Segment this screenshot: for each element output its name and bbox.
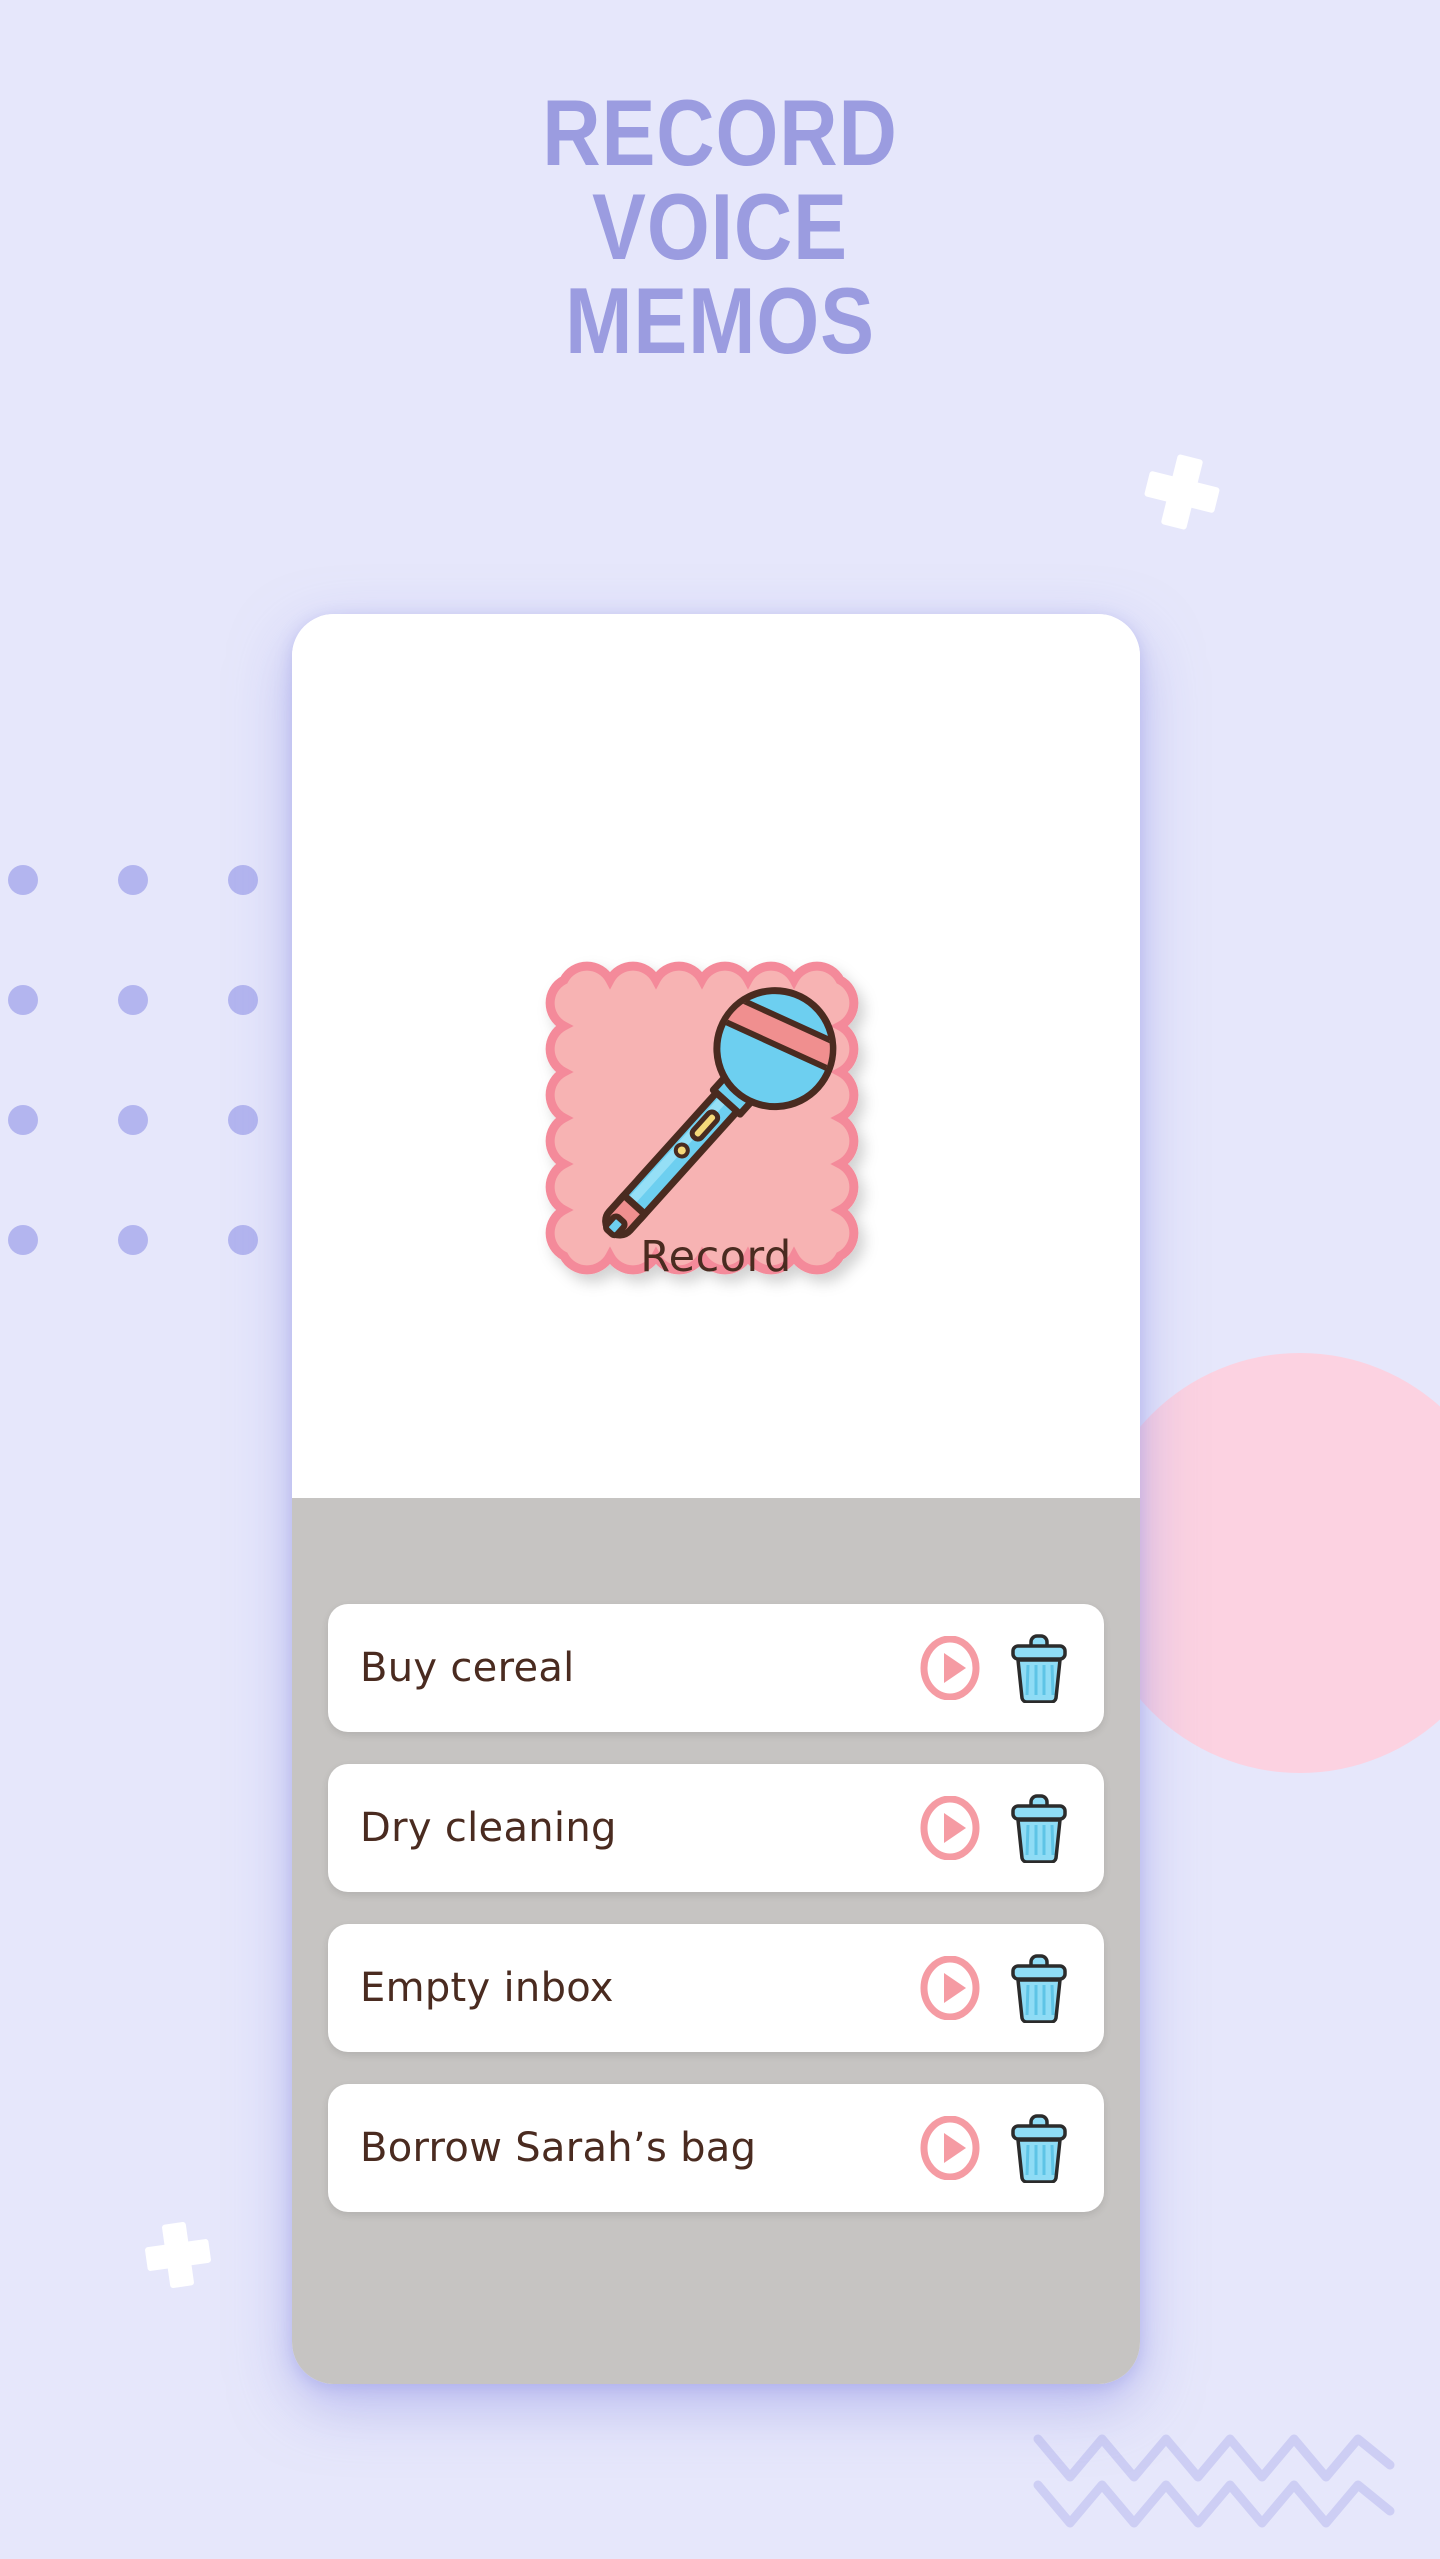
play-icon[interactable]	[918, 1956, 982, 2020]
memo-list-item[interactable]: Dry cleaning	[328, 1764, 1104, 1892]
page-title: RECORD VOICE MEMOS	[101, 86, 1339, 368]
phone-mockup: Record Buy cereal Dry cleaning Empty inb…	[292, 614, 1140, 2384]
memo-title: Dry cleaning	[360, 1805, 617, 1851]
memo-list-item[interactable]: Borrow Sarah’s bag	[328, 2084, 1104, 2212]
zigzag-decor	[1033, 2434, 1395, 2528]
dot	[118, 865, 148, 895]
memo-actions	[918, 1953, 1070, 2023]
pink-circle-decor	[1090, 1353, 1440, 1773]
dot-grid-decor	[8, 865, 338, 1345]
play-icon[interactable]	[918, 1636, 982, 1700]
memo-actions	[918, 2113, 1070, 2183]
page-title-line-1: RECORD	[542, 80, 898, 185]
dot	[228, 865, 258, 895]
memo-title: Borrow Sarah’s bag	[360, 2125, 757, 2171]
page-title-line-2: VOICE	[592, 174, 848, 279]
play-icon[interactable]	[918, 1796, 982, 1860]
memo-list-item[interactable]: Buy cereal	[328, 1604, 1104, 1732]
memo-list: Buy cereal Dry cleaning Empty inbox Borr…	[328, 1604, 1104, 2244]
memo-title: Buy cereal	[360, 1645, 575, 1691]
dot	[8, 985, 38, 1015]
memo-title: Empty inbox	[360, 1965, 614, 2011]
dot	[228, 1105, 258, 1135]
dot	[118, 1105, 148, 1135]
memo-actions	[918, 1633, 1070, 1703]
trash-icon[interactable]	[1008, 1633, 1070, 1703]
record-button-label: Record	[640, 1232, 792, 1282]
dot	[8, 1105, 38, 1135]
page-title-line-3: MEMOS	[565, 268, 875, 373]
trash-icon[interactable]	[1008, 1953, 1070, 2023]
trash-icon[interactable]	[1008, 2113, 1070, 2183]
dot	[118, 1225, 148, 1255]
memo-actions	[918, 1793, 1070, 1863]
dot	[8, 865, 38, 895]
dot	[228, 985, 258, 1015]
memo-list-item[interactable]: Empty inbox	[328, 1924, 1104, 2052]
dot	[118, 985, 148, 1015]
dot	[8, 1225, 38, 1255]
play-icon[interactable]	[918, 2116, 982, 2180]
dot	[228, 1225, 258, 1255]
record-button[interactable]: Record	[518, 944, 914, 1320]
trash-icon[interactable]	[1008, 1793, 1070, 1863]
